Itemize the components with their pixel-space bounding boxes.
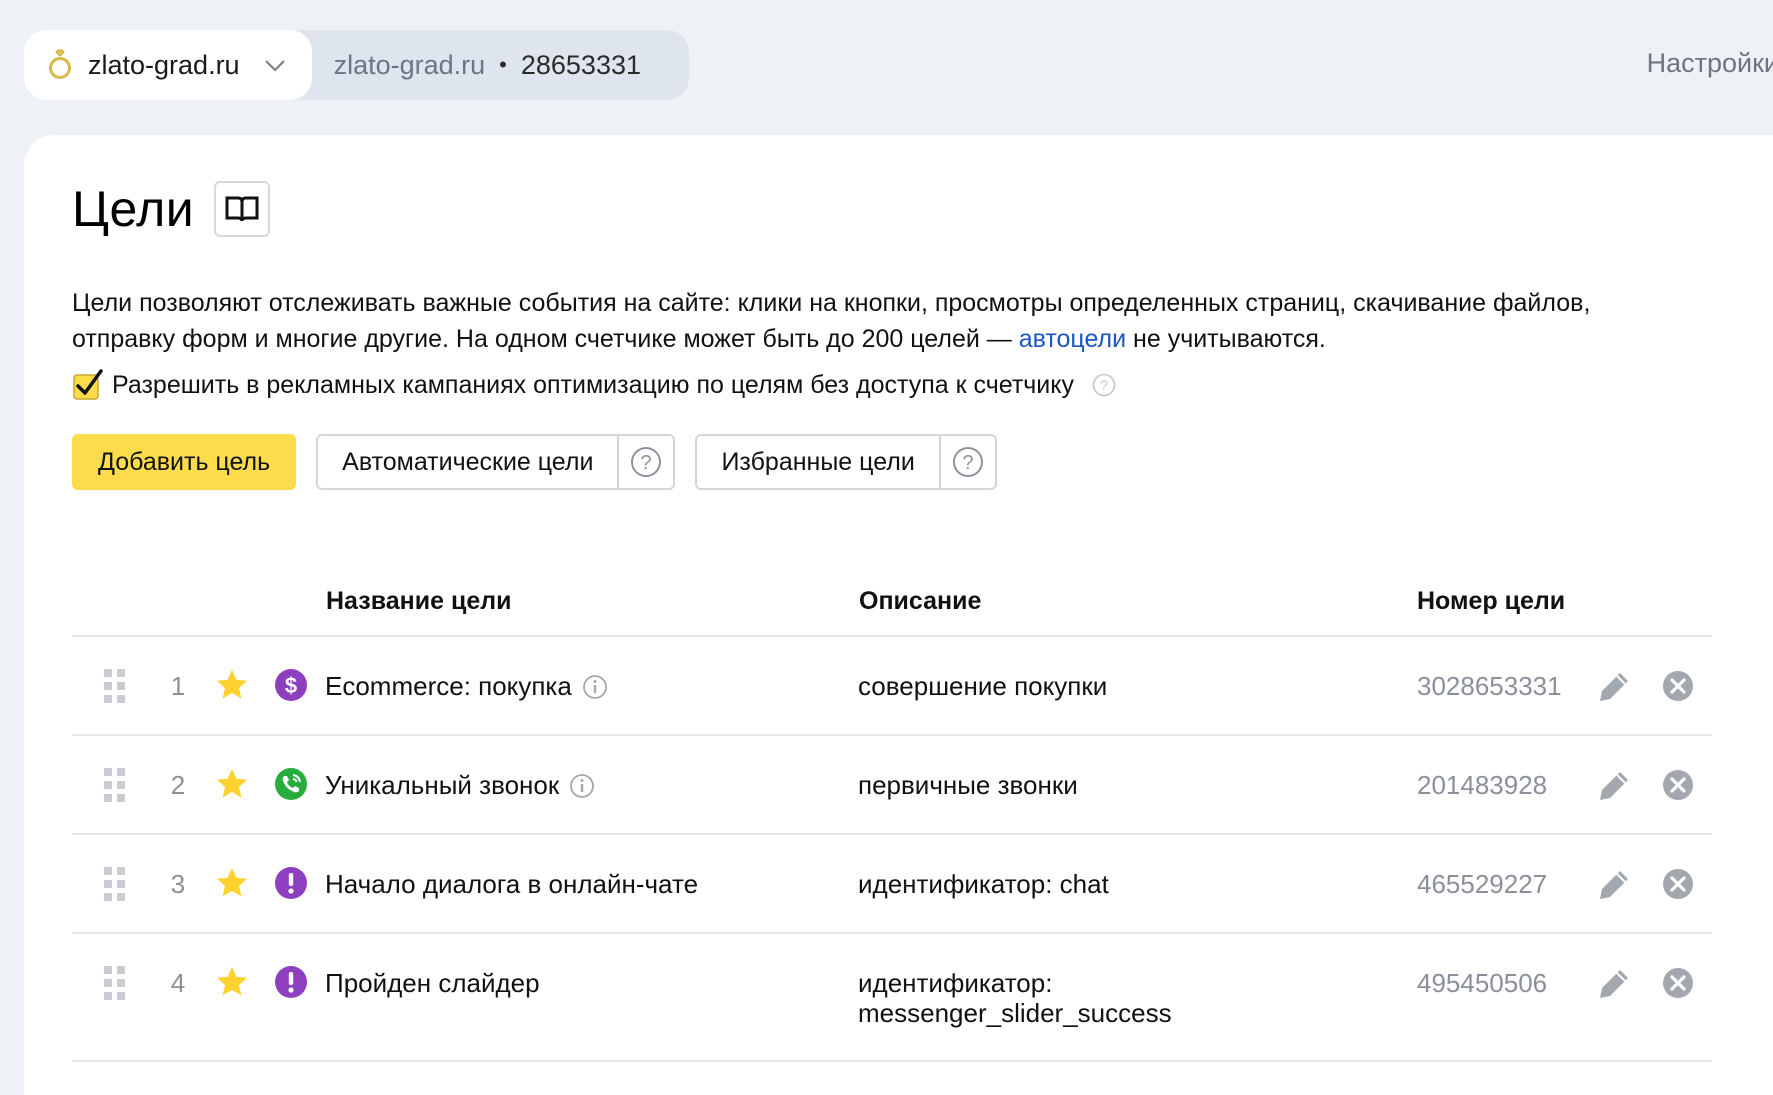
goal-name-cell: Пройден слайдер: [325, 968, 540, 999]
goals-table: Название цели Описание Номер цели 1 $ Ec…: [72, 565, 1712, 1062]
goal-description: идентификатор: messenger_slider_success: [858, 968, 1172, 1028]
goal-name-cell: Уникальный звонок: [325, 770, 595, 801]
chevron-down-icon: [264, 60, 285, 72]
pencil-icon[interactable]: [1597, 967, 1631, 1001]
drag-handle-icon[interactable]: [104, 768, 126, 802]
goal-number: 1: [170, 671, 186, 701]
exclamation-icon: [275, 966, 307, 998]
close-icon[interactable]: [1662, 868, 1694, 900]
book-icon: [225, 196, 259, 222]
description-text: Цели позволяют отслеживать важные событи…: [72, 289, 1591, 353]
site-switcher: zlato-grad.ru zlato-grad.ru • 28653331: [24, 30, 689, 100]
close-icon[interactable]: [1662, 769, 1694, 801]
goal-description: первичные звонки: [858, 770, 1078, 800]
goal-number: 2: [170, 770, 186, 800]
star-icon[interactable]: [215, 668, 249, 702]
column-header-description: Описание: [859, 587, 982, 615]
optimization-checkbox[interactable]: [72, 369, 104, 401]
goal-description-line: идентификатор:: [858, 968, 1053, 998]
main-card: Цели Цели позволяют отслеживать важные с…: [24, 135, 1773, 1095]
optimization-checkbox-row: Разрешить в рекламных кампаниях оптимиза…: [72, 369, 1116, 401]
info-icon[interactable]: [569, 773, 595, 799]
goal-name-cell: Начало диалога в онлайн-чате: [325, 869, 698, 900]
table-header: Название цели Описание Номер цели: [72, 565, 1712, 637]
drag-handle-icon[interactable]: [104, 966, 126, 1000]
actions-row: Добавить цель Автоматические цели ? Избр…: [72, 434, 997, 490]
page-description: Цели позволяют отслеживать важные событи…: [72, 285, 1672, 357]
star-icon[interactable]: [215, 767, 249, 801]
title-row: Цели: [72, 180, 271, 238]
drag-handle-icon[interactable]: [104, 669, 126, 703]
counter-info: zlato-grad.ru • 28653331: [312, 30, 689, 100]
goal-id: 201483928: [1417, 770, 1548, 800]
table-row: 1 $ Ecommerce: покупка совершение покупк…: [72, 637, 1712, 736]
counter-id: 28653331: [520, 49, 641, 80]
table-row: 3 Начало диалога в онлайн-чате идентифик…: [72, 835, 1712, 934]
goal-id: 495450506: [1417, 968, 1548, 998]
counter-domain: zlato-grad.ru: [333, 49, 486, 80]
ring-icon: [49, 49, 71, 79]
selected-site-name: zlato-grad.ru: [88, 49, 240, 80]
auto-goals-group: Автоматические цели ?: [316, 434, 676, 490]
optimization-checkbox-label: Разрешить в рекламных кампаниях оптимиза…: [112, 370, 1074, 399]
exclamation-icon: [275, 867, 307, 899]
goal-number: 3: [170, 869, 186, 899]
goal-id: 465529227: [1417, 869, 1548, 899]
pencil-icon[interactable]: [1597, 769, 1631, 803]
goal-name: Ecommerce: покупка: [325, 671, 572, 701]
table-row: 4 Пройден слайдер идентификатор: messeng…: [72, 934, 1712, 1062]
column-header-name: Название цели: [326, 587, 512, 615]
pencil-icon[interactable]: [1597, 868, 1631, 902]
goal-description: идентификатор: chat: [858, 869, 1109, 899]
svg-text:?: ?: [1100, 377, 1108, 393]
svg-text:$: $: [285, 673, 297, 698]
auto-goals-help-button[interactable]: ?: [619, 436, 673, 488]
site-select-dropdown[interactable]: zlato-grad.ru: [24, 30, 312, 100]
ecommerce-icon: $: [275, 669, 307, 701]
info-icon[interactable]: [582, 674, 608, 700]
goal-number: 4: [170, 968, 186, 998]
separator-dot: •: [499, 52, 507, 77]
star-icon[interactable]: [215, 965, 249, 999]
goal-description: совершение покупки: [858, 671, 1108, 701]
settings-link[interactable]: Настройки: [1647, 48, 1773, 79]
drag-handle-icon[interactable]: [104, 867, 126, 901]
star-icon[interactable]: [215, 866, 249, 900]
favorite-goals-help-button[interactable]: ?: [941, 436, 995, 488]
pencil-icon[interactable]: [1597, 670, 1631, 704]
column-header-goal-id: Номер цели: [1417, 587, 1566, 615]
goal-name: Уникальный звонок: [325, 770, 560, 800]
svg-text:?: ?: [962, 452, 973, 474]
goal-id: 3028653331: [1417, 671, 1562, 701]
goal-name: Начало диалога в онлайн-чате: [325, 869, 699, 899]
goal-name: Пройден слайдер: [325, 968, 540, 998]
favorite-goals-button[interactable]: Избранные цели: [697, 436, 941, 488]
question-icon[interactable]: ?: [1092, 373, 1116, 397]
top-bar: zlato-grad.ru zlato-grad.ru • 28653331 Н…: [0, 0, 1773, 135]
svg-text:?: ?: [641, 452, 652, 474]
description-text-end: не учитываются.: [1126, 325, 1326, 353]
goal-description-line: messenger_slider_success: [858, 998, 1172, 1028]
add-goal-button[interactable]: Добавить цель: [72, 434, 297, 490]
question-icon: ?: [631, 447, 662, 477]
page-title: Цели: [72, 181, 195, 237]
autogoals-link[interactable]: автоцели: [1019, 325, 1126, 353]
close-icon[interactable]: [1662, 670, 1694, 702]
favorite-goals-group: Избранные цели ?: [695, 434, 997, 490]
question-icon: ?: [952, 447, 983, 477]
phone-call-icon: [275, 768, 307, 800]
documentation-button[interactable]: [214, 181, 271, 237]
goal-name-cell: Ecommerce: покупка: [325, 671, 608, 702]
auto-goals-button[interactable]: Автоматические цели: [318, 436, 620, 488]
close-icon[interactable]: [1662, 967, 1694, 999]
table-row: 2 Уникальный звонок первичные звонки 201…: [72, 736, 1712, 835]
